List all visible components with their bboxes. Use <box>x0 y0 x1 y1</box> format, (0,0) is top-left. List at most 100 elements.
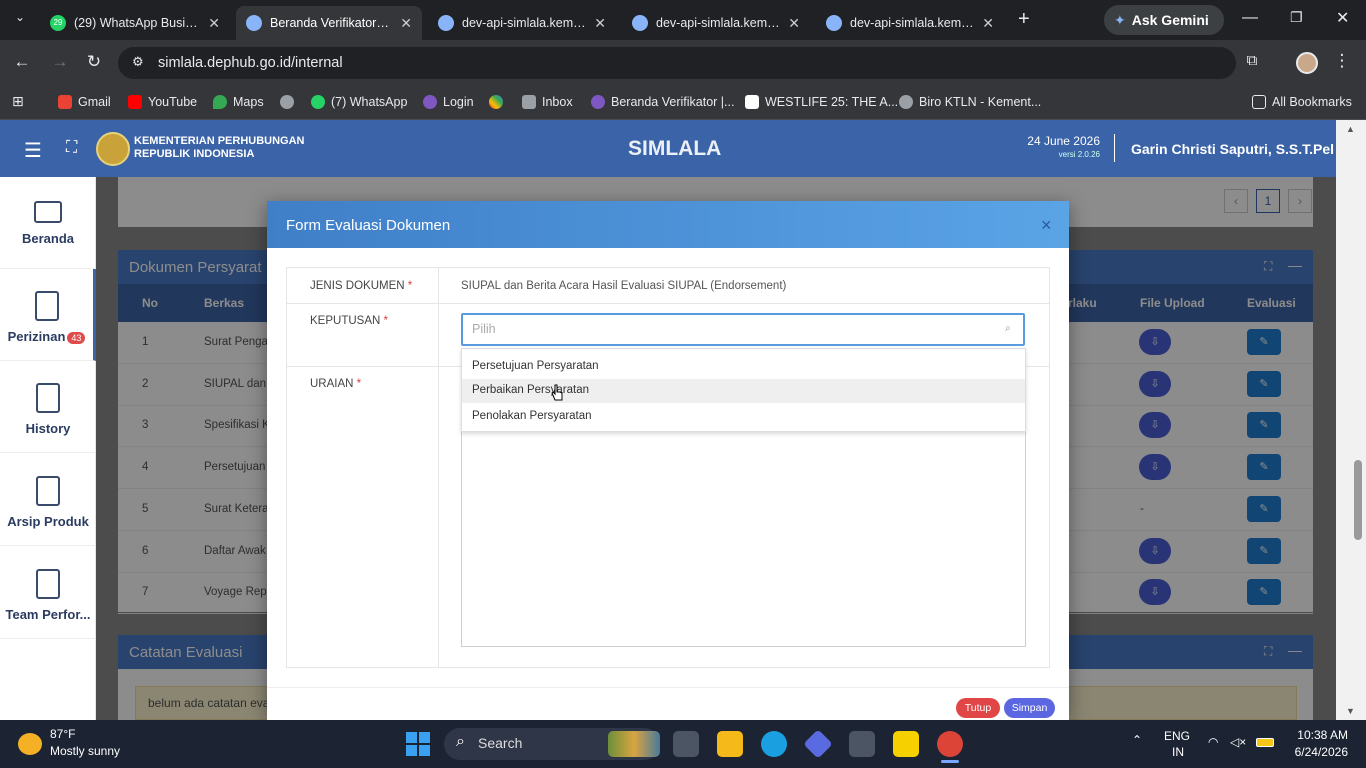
scroll-down-icon[interactable]: ▼ <box>1346 706 1355 716</box>
gemini-star-icon: ✦ <box>1114 11 1126 28</box>
modal-title: Form Evaluasi Dokumen <box>286 217 451 234</box>
widgets-news-icon[interactable] <box>608 731 660 757</box>
globe-icon <box>438 15 454 31</box>
wifi-icon[interactable]: ◠ <box>1208 735 1218 749</box>
language-region[interactable]: IN <box>1172 745 1184 759</box>
tab-whatsapp[interactable]: 29 (29) WhatsApp Business ✕ <box>40 6 230 40</box>
bookmark-beranda-verifikator[interactable]: Beranda Verifikator |... <box>591 92 734 112</box>
maps-icon <box>213 95 227 109</box>
bookmark-biro-ktln[interactable]: Biro KTLN - Kement... <box>899 92 1041 112</box>
tab-dev-api-3[interactable]: dev-api-simlala.kemenhub ✕ <box>816 6 1004 40</box>
battery-icon[interactable] <box>1256 738 1274 747</box>
ask-gemini-button[interactable]: ✦ Ask Gemini <box>1104 5 1224 35</box>
bookmark-westlife[interactable]: WESTLIFE 25: THE A... <box>745 92 898 112</box>
edge-icon[interactable] <box>761 731 787 757</box>
apps-grid-icon[interactable]: ⊞ <box>12 93 24 110</box>
gmail-icon <box>58 95 72 109</box>
clock-date[interactable]: 6/24/2026 <box>1286 745 1348 759</box>
jenis-dokumen-label: JENIS DOKUMEN * <box>310 280 412 292</box>
bookmark-inbox[interactable]: Inbox <box>522 92 573 112</box>
tray-chevron-icon[interactable]: ⌃ <box>1132 733 1142 747</box>
jenis-dokumen-value: SIUPAL dan Berita Acara Hasil Evaluasi S… <box>461 280 787 292</box>
tab-dev-api-1[interactable]: dev-api-simlala.kemenhub ✕ <box>428 6 616 40</box>
volume-icon[interactable]: ◁× <box>1230 735 1246 749</box>
extensions-icon[interactable]: ⧉ <box>1240 52 1264 69</box>
inbox-icon <box>522 95 536 109</box>
option-perbaikan[interactable]: Perbaikan Persyaratan <box>462 379 1025 403</box>
maximize-icon[interactable]: ❐ <box>1290 9 1303 26</box>
weather-temp[interactable]: 87°F <box>50 727 75 741</box>
youtube-icon <box>128 95 142 109</box>
option-penolakan[interactable]: Penolakan Persyaratan <box>462 405 1025 429</box>
modal-header: Form Evaluasi Dokumen × <box>267 201 1069 248</box>
file-explorer-icon[interactable] <box>717 731 743 757</box>
site-info-icon[interactable]: ⚙ <box>132 54 144 70</box>
windows-start-icon[interactable] <box>406 732 430 756</box>
forward-icon[interactable]: → <box>48 52 72 72</box>
bookmark-youtube[interactable]: YouTube <box>128 92 197 112</box>
bookmark-pinwheel[interactable] <box>489 92 509 112</box>
bookmark-label: WESTLIFE 25: THE A... <box>765 95 899 109</box>
close-window-icon[interactable]: ✕ <box>1336 8 1349 28</box>
weather-sun-icon <box>18 733 42 755</box>
whatsapp-icon: 29 <box>50 15 66 31</box>
address-bar[interactable]: ⚙ simlala.dephub.go.id/internal <box>118 47 1236 79</box>
bookmark-gmail[interactable]: Gmail <box>58 92 111 112</box>
bookmark-maps[interactable]: Maps <box>213 92 264 112</box>
tab-beranda-verifikator[interactable]: Beranda Verifikator | Simlala ✕ <box>236 6 422 40</box>
scrollbar-thumb[interactable] <box>1354 460 1362 540</box>
language-indicator[interactable]: ENG <box>1164 729 1190 743</box>
modal-close-icon[interactable]: × <box>1041 215 1052 236</box>
menu-dots-icon[interactable]: ⋮ <box>1330 51 1354 71</box>
camera-icon[interactable] <box>849 731 875 757</box>
scroll-up-icon[interactable]: ▲ <box>1346 124 1355 134</box>
url-text: simlala.dephub.go.id/internal <box>158 55 343 71</box>
all-bookmarks-button[interactable]: All Bookmarks <box>1252 92 1352 112</box>
tutup-button[interactable]: Tutup <box>956 698 1000 718</box>
simpan-button[interactable]: Simpan <box>1004 698 1055 718</box>
label-text: URAIAN <box>310 378 354 390</box>
browser-tab-strip: ⌄ 29 (29) WhatsApp Business ✕ Beranda Ve… <box>0 0 1366 40</box>
page-scrollbar[interactable]: ▲ ▼ <box>1336 120 1366 720</box>
keputusan-select[interactable]: Pilih ⌕ <box>461 313 1025 346</box>
reload-icon[interactable]: ↻ <box>82 52 106 72</box>
close-tab-icon[interactable]: ✕ <box>982 15 994 32</box>
label-text: JENIS DOKUMEN <box>310 280 405 292</box>
tab-title: Beranda Verifikator | Simlala <box>270 16 392 30</box>
task-view-icon[interactable] <box>673 731 699 757</box>
globe-icon <box>280 95 294 109</box>
new-tab-icon[interactable]: + <box>1018 8 1030 31</box>
globe-icon <box>246 15 262 31</box>
globe-icon <box>899 95 913 109</box>
tab-dev-api-2[interactable]: dev-api-simlala.kemenhub ✕ <box>622 6 810 40</box>
close-tab-icon[interactable]: ✕ <box>594 15 606 32</box>
sticky-notes-icon[interactable] <box>893 731 919 757</box>
active-app-indicator <box>941 760 959 763</box>
close-tab-icon[interactable]: ✕ <box>788 15 800 32</box>
site-icon <box>591 95 605 109</box>
close-tab-icon[interactable]: ✕ <box>208 15 220 32</box>
form-evaluasi-modal: Form Evaluasi Dokumen × JENIS DOKUMEN * … <box>267 201 1069 720</box>
bookmark-whatsapp[interactable]: (7) WhatsApp <box>311 92 407 112</box>
bookmark-login[interactable]: Login <box>423 92 474 112</box>
globe-icon <box>826 15 842 31</box>
tab-title: (29) WhatsApp Business <box>74 16 201 30</box>
bookmark-label: Biro KTLN - Kement... <box>919 95 1042 109</box>
ask-gemini-label: Ask Gemini <box>1131 12 1209 28</box>
tab-search-icon[interactable]: ⌄ <box>8 10 32 30</box>
bookmark-globe[interactable] <box>280 92 300 112</box>
whatsapp-icon <box>311 95 325 109</box>
bookmark-label: YouTube <box>148 95 198 109</box>
minimize-icon[interactable]: — <box>1242 9 1258 27</box>
keputusan-dropdown: Persetujuan Persyaratan Perbaikan Persya… <box>461 348 1026 432</box>
option-persetujuan[interactable]: Persetujuan Persyaratan <box>462 355 1025 379</box>
profile-avatar[interactable] <box>1296 52 1318 74</box>
bookmark-label: Login <box>443 95 474 109</box>
header-divider <box>1114 134 1115 162</box>
user-name[interactable]: Garin Christi Saputri, S.S.T.Pel <box>1131 141 1334 157</box>
chrome-icon[interactable] <box>937 731 963 757</box>
weather-desc[interactable]: Mostly sunny <box>50 744 120 758</box>
clock-time[interactable]: 10:38 AM <box>1290 728 1348 742</box>
back-icon[interactable]: ← <box>10 52 34 72</box>
close-tab-icon[interactable]: ✕ <box>400 15 412 32</box>
